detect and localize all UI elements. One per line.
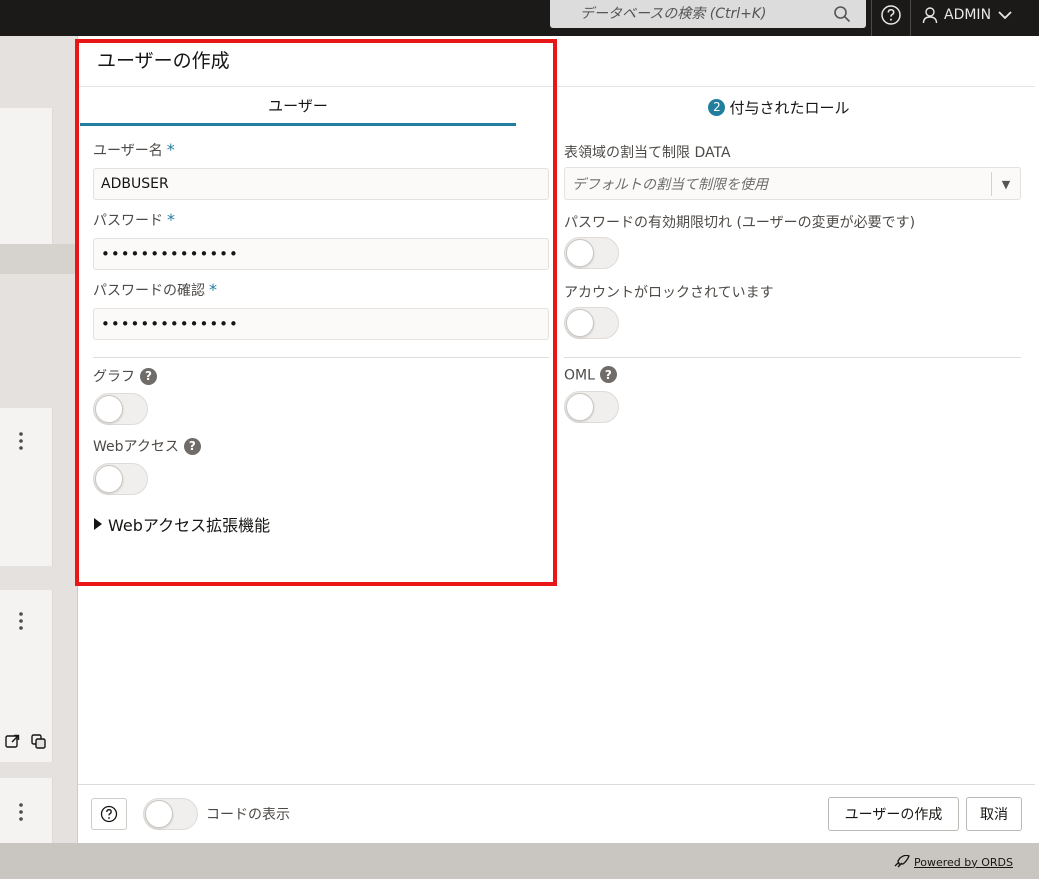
- tab-user-label: ユーザー: [268, 97, 328, 115]
- confirm-password-label: パスワードの確認 *: [93, 280, 217, 299]
- toggle-knob: [566, 239, 594, 267]
- section-divider: [93, 357, 549, 358]
- toggle-knob: [95, 465, 123, 493]
- user-icon: [922, 7, 938, 24]
- password-label: パスワード *: [93, 210, 175, 229]
- help-icon[interactable]: ?: [183, 437, 201, 455]
- page-bottom-bar: [0, 843, 1039, 879]
- quota-label: 表領域の割当て制限 DATA: [564, 145, 731, 161]
- expander-label: Webアクセス拡張機能: [108, 516, 271, 535]
- quota-select[interactable]: デフォルトの割当て制限を使用 ▼: [564, 167, 1021, 200]
- create-user-drawer: ユーザーの作成 ユーザー 2 付与されたロール ユーザー名* パスワード* パス…: [77, 36, 1035, 843]
- help-icon: [100, 805, 118, 823]
- web-access-extensions-expander[interactable]: Webアクセス拡張機能: [94, 512, 270, 536]
- kebab-menu-icon[interactable]: [19, 432, 23, 450]
- drawer-title: ユーザーの作成: [97, 50, 230, 72]
- oml-toggle[interactable]: [564, 391, 619, 423]
- top-bar: ADMIN: [0, 0, 1039, 36]
- expand-triangle-icon: [94, 518, 102, 530]
- graph-toggle[interactable]: [93, 393, 148, 425]
- topbar-separator: [871, 0, 872, 36]
- web-access-label: Webアクセス?: [93, 436, 201, 456]
- dropdown-arrow-icon[interactable]: ▼: [991, 172, 1020, 196]
- web-access-toggle[interactable]: [93, 463, 148, 495]
- password-input[interactable]: [93, 238, 549, 270]
- username-label: ユーザー名 *: [93, 140, 175, 159]
- title-divider: [78, 86, 1035, 87]
- show-code-toggle[interactable]: [143, 798, 198, 830]
- background-page: [0, 36, 77, 843]
- search-input[interactable]: [550, 0, 830, 28]
- password-expire-toggle[interactable]: [564, 237, 619, 269]
- username-input[interactable]: [93, 168, 549, 200]
- background-card: [0, 778, 53, 843]
- copy-icon[interactable]: [31, 734, 47, 749]
- help-icon[interactable]: ?: [599, 366, 617, 383]
- rocket-icon: [894, 855, 910, 868]
- chevron-down-icon: [998, 11, 1012, 20]
- help-icon[interactable]: [880, 4, 902, 26]
- roles-count-badge: 2: [708, 98, 726, 116]
- required-mark: *: [209, 280, 217, 299]
- database-search[interactable]: [550, 0, 866, 28]
- kebab-menu-icon[interactable]: [19, 612, 23, 630]
- account-locked-label: アカウントがロックされています: [564, 285, 774, 301]
- required-mark: *: [166, 140, 175, 159]
- powered-by-label: Powered by ORDS: [913, 855, 1013, 869]
- section-divider: [564, 357, 1021, 358]
- quota-select-value: デフォルトの割当て制限を使用: [572, 176, 768, 193]
- user-menu[interactable]: ADMIN: [922, 0, 1013, 30]
- toggle-knob: [566, 393, 594, 421]
- kebab-menu-icon[interactable]: [19, 803, 23, 821]
- account-locked-toggle[interactable]: [564, 307, 619, 339]
- background-card: [0, 108, 53, 244]
- tab-granted-roles[interactable]: 2 付与されたロール: [554, 88, 1004, 126]
- password-expire-label: パスワードの有効期限切れ (ユーザーの変更が必要です): [564, 215, 916, 231]
- tab-roles-label: 付与されたロール: [729, 98, 850, 117]
- drawer-help-button[interactable]: [91, 798, 127, 830]
- footer-divider: [78, 784, 1035, 785]
- topbar-separator: [910, 0, 911, 36]
- background-card: [0, 408, 53, 566]
- powered-by-ords-link[interactable]: Powered by ORDS: [892, 855, 1013, 869]
- graph-label: グラフ?: [93, 366, 157, 386]
- create-user-button[interactable]: ユーザーの作成: [828, 797, 959, 831]
- required-mark: *: [167, 210, 175, 229]
- cancel-button[interactable]: 取消: [966, 797, 1022, 831]
- background-strip: [0, 244, 77, 274]
- user-name: ADMIN: [944, 7, 992, 23]
- show-code-label: コードの表示: [206, 807, 290, 823]
- toggle-knob: [95, 395, 123, 423]
- tab-user[interactable]: ユーザー: [80, 88, 516, 126]
- toggle-knob: [566, 309, 594, 337]
- open-external-icon[interactable]: [5, 734, 20, 749]
- search-icon[interactable]: [833, 5, 851, 23]
- help-icon[interactable]: ?: [140, 367, 157, 385]
- confirm-password-input[interactable]: [93, 308, 549, 340]
- oml-label: OML?: [564, 366, 617, 384]
- toggle-knob: [145, 800, 173, 828]
